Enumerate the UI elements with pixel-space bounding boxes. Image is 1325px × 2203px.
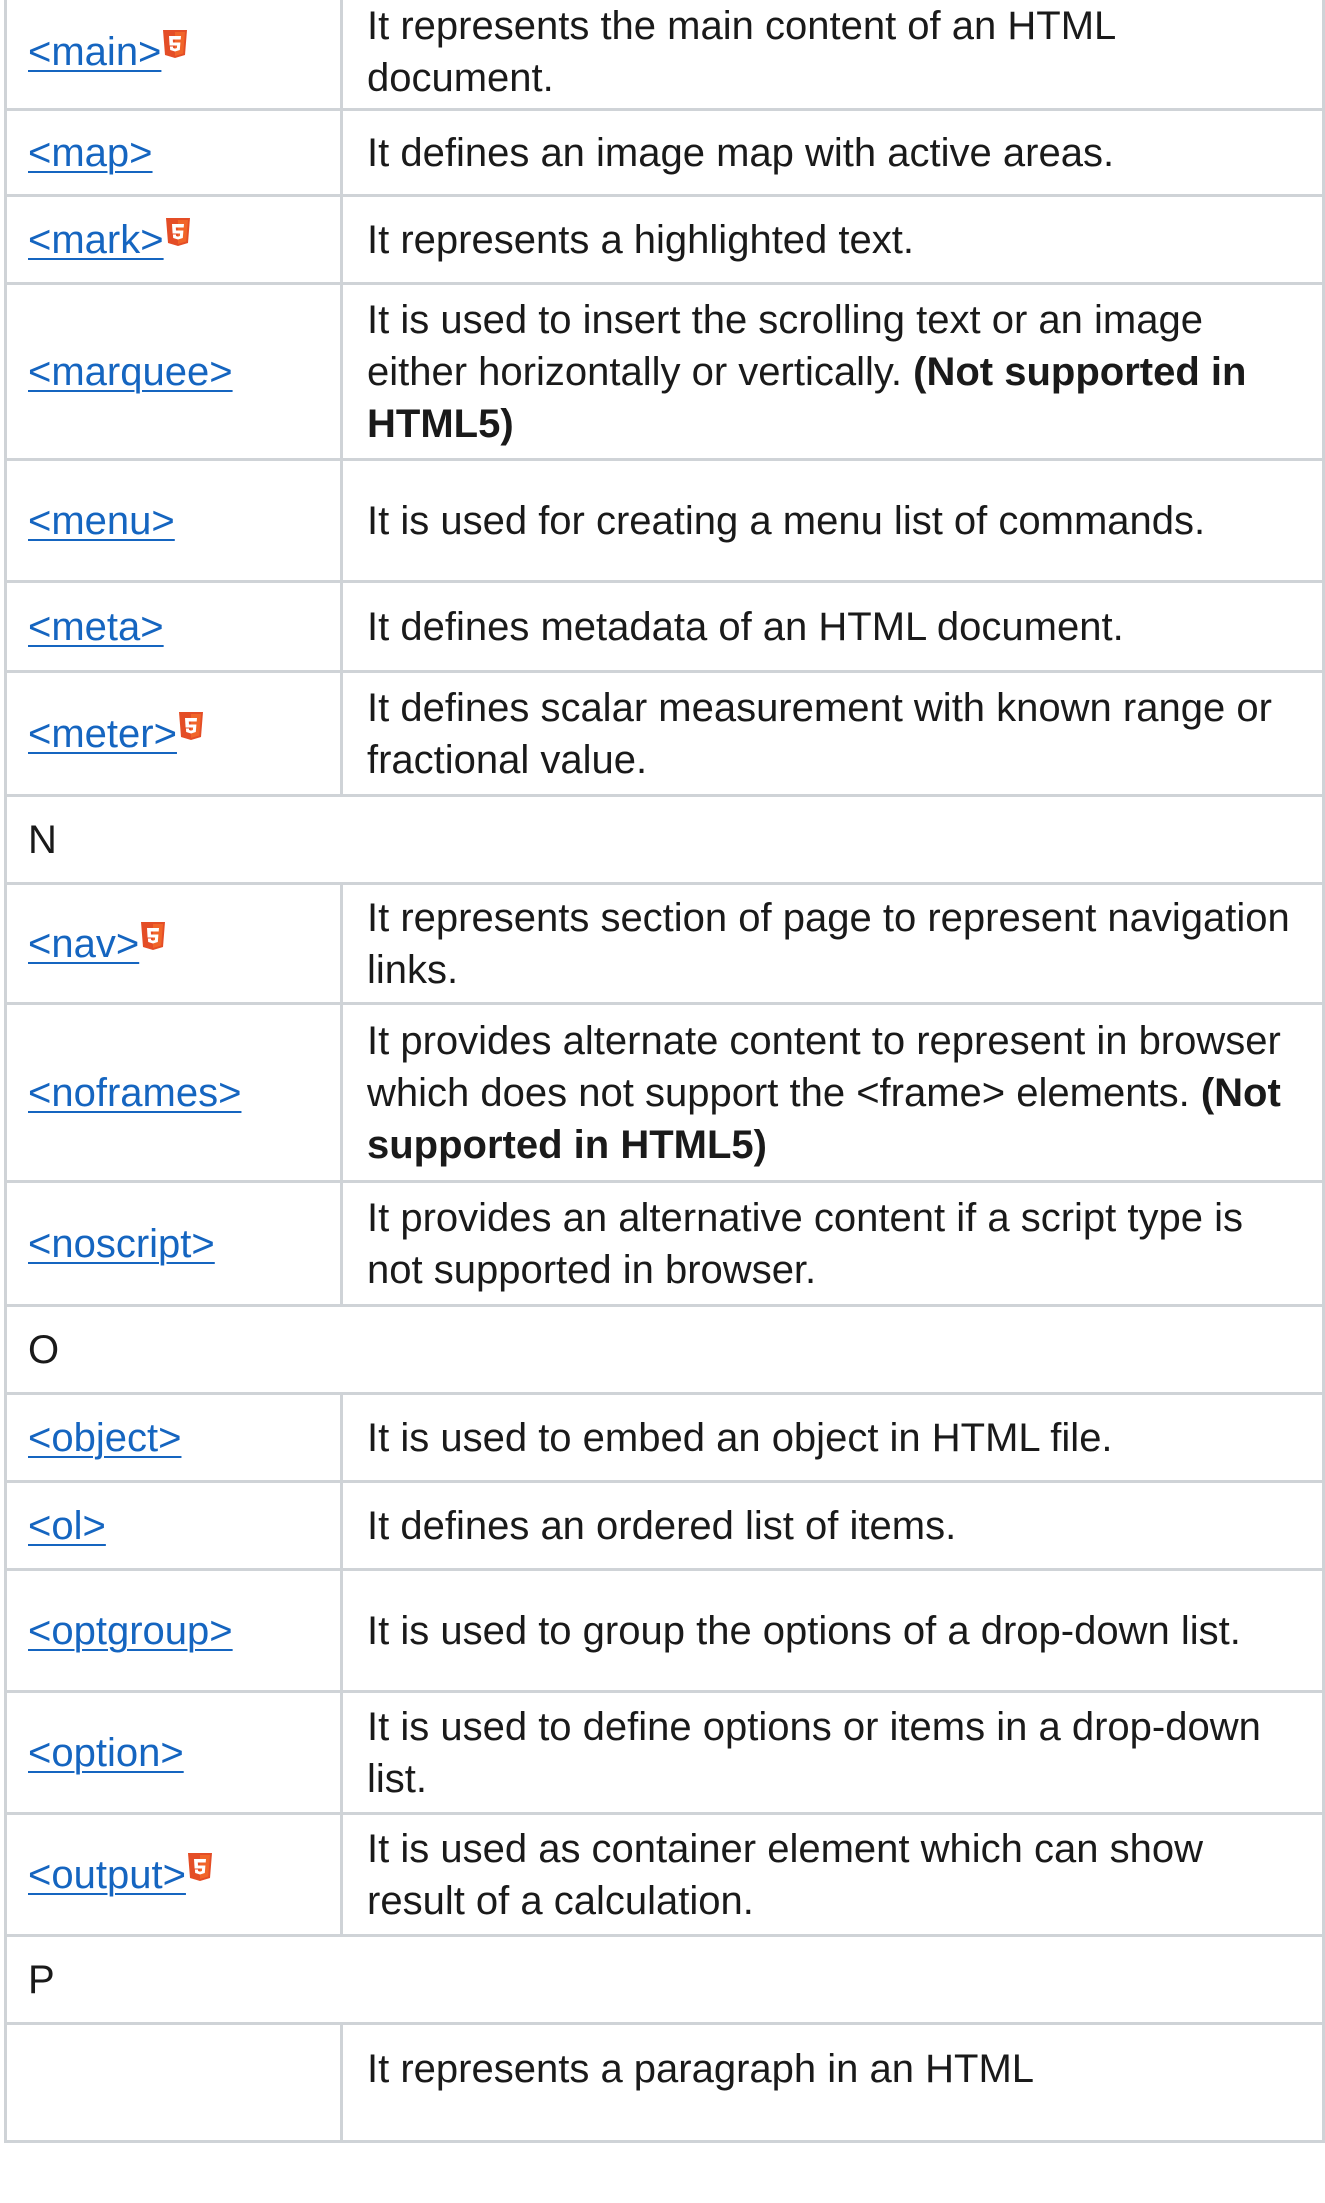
table-row: <option> It is used to define options or… — [4, 1690, 1325, 1815]
tag-description: It is used to group the options of a dro… — [367, 1608, 1241, 1653]
tag-description: It is used for creating a menu list of c… — [367, 498, 1206, 543]
section-letter: O — [4, 1304, 1325, 1395]
description-cell: It defines metadata of an HTML document. — [340, 580, 1325, 673]
html-tags-table: <main> It represents the main content of… — [4, 0, 1325, 2143]
table-row: <noframes> It provides alternate content… — [4, 1002, 1325, 1183]
tag-description: It is used to define options or items in… — [367, 1704, 1261, 1801]
tag-cell: <meta> — [4, 580, 343, 673]
description-cell: It is used to embed an object in HTML fi… — [340, 1392, 1325, 1483]
table-row: <main> It represents the main content of… — [4, 0, 1325, 111]
table-row: <meta> It defines metadata of an HTML do… — [4, 580, 1325, 673]
table-row: <marquee> It is used to insert the scrol… — [4, 282, 1325, 461]
tag-cell: <nav> — [4, 882, 343, 1005]
description-cell: It defines an ordered list of items. — [340, 1480, 1325, 1571]
tag-cell: <marquee> — [4, 282, 343, 461]
table-row: <noscript> It provides an alternative co… — [4, 1180, 1325, 1307]
description-cell: It is used to define options or items in… — [340, 1690, 1325, 1815]
tag-link-output[interactable]: <output> — [28, 1853, 186, 1897]
tag-link-object[interactable]: <object> — [28, 1416, 181, 1460]
tag-description: It defines an image map with active area… — [367, 130, 1115, 175]
section-letter: P — [4, 1934, 1325, 2025]
tag-cell — [4, 2022, 343, 2143]
description-cell: It represents the main content of an HTM… — [340, 0, 1325, 111]
html5-icon — [140, 921, 166, 951]
tag-cell: <map> — [4, 108, 343, 197]
section-letter-row: N — [4, 794, 1325, 885]
tag-description: It represents a paragraph in an HTML — [367, 2047, 1035, 2091]
description-cell: It defines an image map with active area… — [340, 108, 1325, 197]
tag-description: It defines an ordered list of items. — [367, 1503, 957, 1548]
tag-link-ol[interactable]: <ol> — [28, 1504, 106, 1548]
table-row: <object> It is used to embed an object i… — [4, 1392, 1325, 1483]
tag-link-option[interactable]: <option> — [28, 1731, 184, 1775]
table-row: <meter> It defines scalar measurement wi… — [4, 670, 1325, 797]
tag-link-noscript[interactable]: <noscript> — [28, 1222, 215, 1266]
table-row: <output> It is used as container element… — [4, 1812, 1325, 1937]
table-row: <menu> It is used for creating a menu li… — [4, 458, 1325, 583]
tag-link-main[interactable]: <main> — [28, 30, 161, 74]
html5-icon — [162, 29, 188, 59]
tag-cell: <optgroup> — [4, 1568, 343, 1693]
table-row: <mark> It represents a highlighted text. — [4, 194, 1325, 285]
description-cell: It defines scalar measurement with known… — [340, 670, 1325, 797]
tag-link-optgroup[interactable]: <optgroup> — [28, 1609, 233, 1653]
table-row: <nav> It represents section of page to r… — [4, 882, 1325, 1005]
description-cell: It is used to insert the scrolling text … — [340, 282, 1325, 461]
tag-description: It represents the main content of an HTM… — [367, 3, 1115, 100]
description-cell: It is used for creating a menu list of c… — [340, 458, 1325, 583]
section-letter-row: P — [4, 1934, 1325, 2025]
tag-description: It provides an alternative content if a … — [367, 1195, 1243, 1292]
table-row: <ol> It defines an ordered list of items… — [4, 1480, 1325, 1571]
tag-cell: <output> — [4, 1812, 343, 1937]
tag-cell: <meter> — [4, 670, 343, 797]
html5-icon — [178, 711, 204, 741]
html5-icon — [187, 1852, 213, 1882]
description-cell: It represents section of page to represe… — [340, 882, 1325, 1005]
tag-description: It represents section of page to represe… — [367, 895, 1290, 992]
description-cell: It is used as container element which ca… — [340, 1812, 1325, 1937]
tag-description: It defines metadata of an HTML document. — [367, 604, 1124, 649]
tag-cell: <menu> — [4, 458, 343, 583]
section-letter-row: O — [4, 1304, 1325, 1395]
tag-link-marquee[interactable]: <marquee> — [28, 350, 233, 394]
tag-link-menu[interactable]: <menu> — [28, 499, 175, 543]
table-row: <map> It defines an image map with activ… — [4, 108, 1325, 197]
tag-link-meter[interactable]: <meter> — [28, 712, 177, 756]
tag-description: It is used to embed an object in HTML fi… — [367, 1415, 1113, 1460]
tag-reference-table-wrapper: <main> It represents the main content of… — [4, 0, 1325, 2143]
description-cell: It is used to group the options of a dro… — [340, 1568, 1325, 1693]
tag-link-map[interactable]: <map> — [28, 131, 153, 175]
table-row: It represents a paragraph in an HTML — [4, 2022, 1325, 2143]
tag-link-noframes[interactable]: <noframes> — [28, 1071, 241, 1115]
tag-link-meta[interactable]: <meta> — [28, 605, 164, 649]
tag-cell: <mark> — [4, 194, 343, 285]
tag-cell: <noscript> — [4, 1180, 343, 1307]
tag-link-mark[interactable]: <mark> — [28, 218, 164, 262]
description-cell: It provides alternate content to represe… — [340, 1002, 1325, 1183]
description-cell: It provides an alternative content if a … — [340, 1180, 1325, 1307]
tag-cell: <object> — [4, 1392, 343, 1483]
tag-description: It represents a highlighted text. — [367, 217, 914, 262]
tag-description: It provides alternate content to represe… — [367, 1018, 1281, 1115]
tag-cell: <main> — [4, 0, 343, 111]
section-letter: N — [4, 794, 1325, 885]
tag-link-nav[interactable]: <nav> — [28, 922, 139, 966]
table-row: <optgroup> It is used to group the optio… — [4, 1568, 1325, 1693]
tag-description: It defines scalar measurement with known… — [367, 685, 1272, 782]
tag-cell: <noframes> — [4, 1002, 343, 1183]
tag-description: It is used as container element which ca… — [367, 1826, 1203, 1923]
description-cell: It represents a paragraph in an HTML — [340, 2022, 1325, 2143]
html5-icon — [165, 217, 191, 247]
tag-cell: <ol> — [4, 1480, 343, 1571]
tag-cell: <option> — [4, 1690, 343, 1815]
description-cell: It represents a highlighted text. — [340, 194, 1325, 285]
